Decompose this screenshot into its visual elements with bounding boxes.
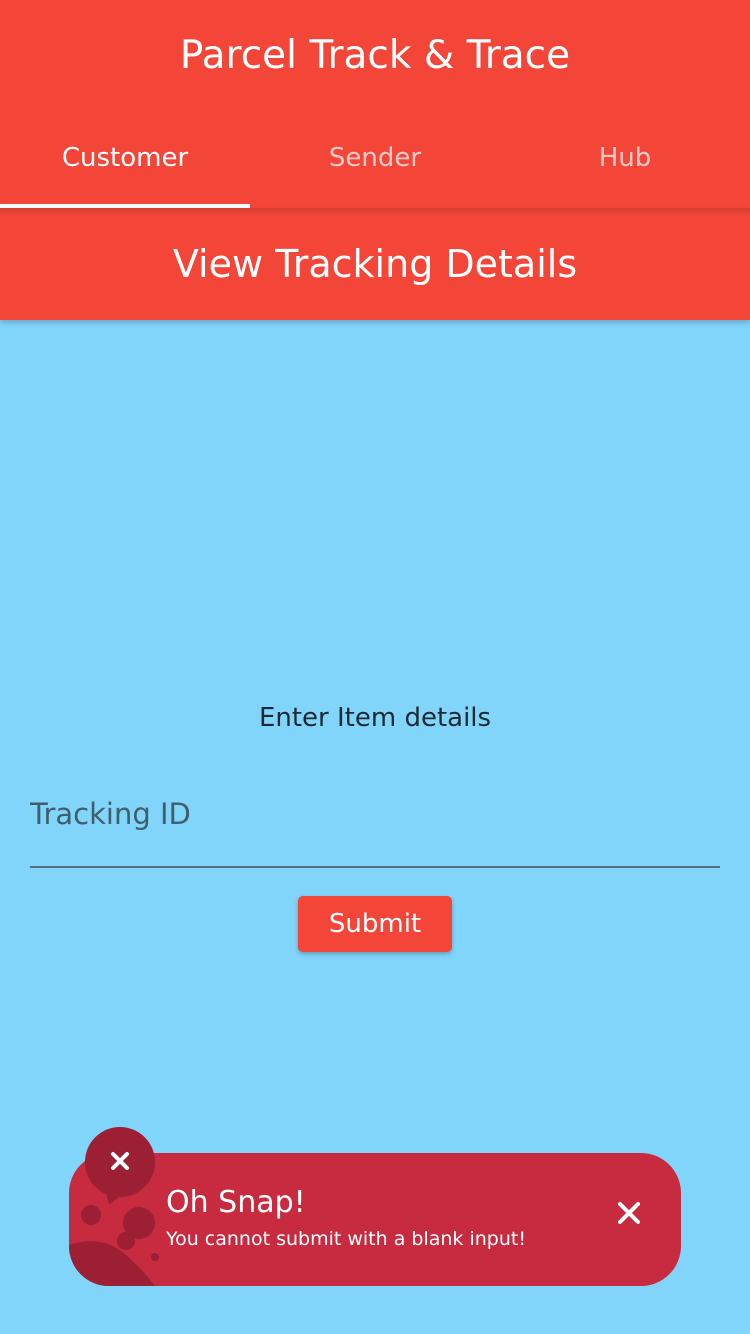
tab-customer[interactable]: Customer bbox=[0, 112, 250, 208]
snackbar-dismiss-button[interactable] bbox=[607, 1191, 651, 1235]
tab-hub-label: Hub bbox=[598, 143, 652, 173]
snackbar-message: You cannot submit with a blank input! bbox=[166, 1228, 526, 1250]
tab-bar: Customer Sender Hub bbox=[0, 112, 750, 208]
tab-sender[interactable]: Sender bbox=[250, 112, 500, 208]
tab-sender-label: Sender bbox=[328, 143, 422, 173]
form-prompt: Enter Item details bbox=[258, 703, 492, 733]
error-snackbar: Oh Snap! You cannot submit with a blank … bbox=[69, 1153, 681, 1286]
tab-customer-label: Customer bbox=[61, 143, 189, 173]
snackbar-title: Oh Snap! bbox=[166, 1185, 306, 1220]
page-title: View Tracking Details bbox=[172, 242, 578, 286]
error-badge bbox=[85, 1127, 155, 1205]
app-bar: Parcel Track & Trace Customer Sender Hub bbox=[0, 0, 750, 208]
tracking-id-field bbox=[30, 782, 720, 868]
tab-hub[interactable]: Hub bbox=[500, 112, 750, 208]
app-title: Parcel Track & Trace bbox=[179, 33, 571, 78]
submit-button[interactable]: Submit bbox=[298, 896, 452, 952]
tab-bar-shadow bbox=[0, 208, 750, 216]
page-header: View Tracking Details bbox=[0, 208, 750, 320]
close-icon bbox=[618, 1202, 640, 1224]
tracking-id-input[interactable] bbox=[30, 782, 720, 846]
